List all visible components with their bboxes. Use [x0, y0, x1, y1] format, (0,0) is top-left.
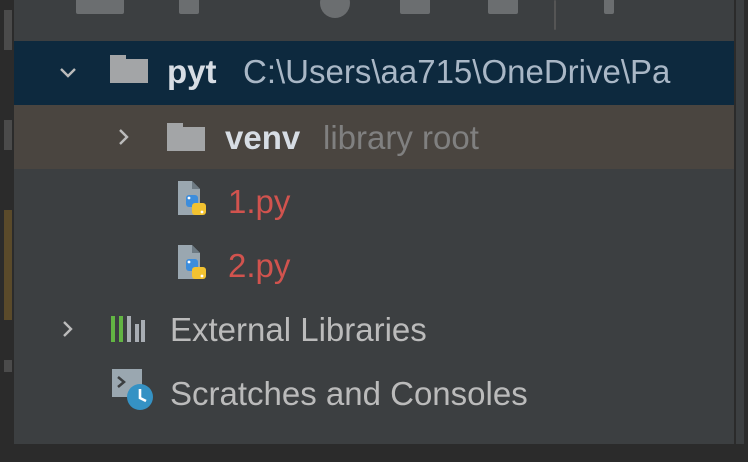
tree-row-file[interactable]: 1.py [14, 169, 734, 233]
left-gutter [0, 0, 14, 462]
library-root-hint: library root [323, 119, 479, 156]
bottom-strip [0, 444, 748, 462]
gutter-mark [4, 210, 12, 320]
toolbar [14, 0, 734, 36]
tree-row-root[interactable]: pyt C:\Users\aa715\OneDrive\Pa [14, 41, 734, 105]
scratches-label: Scratches and Consoles [170, 375, 528, 412]
toolbar-button[interactable] [179, 0, 199, 14]
folder-icon [167, 123, 205, 151]
toolbar-button[interactable] [400, 0, 430, 14]
toolbar-button[interactable] [76, 0, 124, 14]
gutter-mark [4, 360, 12, 372]
toolbar-button[interactable] [488, 0, 518, 14]
file-name: 2.py [228, 247, 291, 284]
gutter-mark [4, 10, 12, 50]
toolbar-separator [554, 0, 556, 30]
python-file-icon [178, 181, 206, 215]
chevron-right-icon[interactable] [58, 319, 78, 339]
project-tool-window: pyt C:\Users\aa715\OneDrive\Pa venv libr… [0, 0, 748, 462]
toolbar-button[interactable] [604, 0, 614, 14]
settings-icon[interactable] [320, 0, 350, 18]
chevron-right-icon[interactable] [114, 127, 134, 147]
python-file-icon [178, 245, 206, 279]
scrollbar-track[interactable] [736, 0, 744, 462]
folder-icon [110, 55, 148, 83]
file-name: 1.py [228, 183, 291, 220]
tree-row-scratches[interactable]: Scratches and Consoles [14, 361, 734, 425]
scratches-icon [112, 369, 153, 410]
root-folder-name: pyt [167, 53, 217, 90]
external-libraries-label: External Libraries [170, 311, 427, 348]
right-scroll-strip[interactable] [734, 0, 748, 462]
tree-row-file[interactable]: 2.py [14, 233, 734, 297]
chevron-down-icon[interactable] [58, 63, 78, 83]
project-tree: pyt C:\Users\aa715\OneDrive\Pa venv libr… [14, 41, 734, 425]
tree-row-venv[interactable]: venv library root [14, 105, 734, 169]
gutter-mark [4, 120, 12, 150]
root-folder-path: C:\Users\aa715\OneDrive\Pa [243, 53, 671, 90]
venv-folder-name: venv [225, 119, 301, 156]
libraries-icon [111, 316, 145, 342]
tree-row-external-libraries[interactable]: External Libraries [14, 297, 734, 361]
